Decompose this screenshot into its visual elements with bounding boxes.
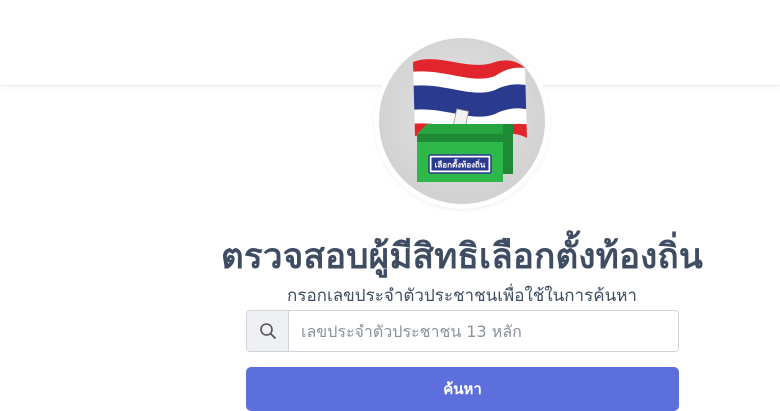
search-button[interactable]: ค้นหา — [246, 367, 679, 411]
search-addon — [247, 311, 289, 351]
election-logo: เลือกตั้งท้องถิ่น — [379, 38, 545, 204]
search-field-group — [246, 310, 679, 352]
search-icon — [259, 323, 276, 339]
thai-flag-ballot-box-icon: เลือกตั้งท้องถิ่น — [413, 59, 527, 182]
ballot-box-label: เลือกตั้งท้องถิ่น — [435, 159, 486, 170]
citizen-id-input[interactable] — [289, 311, 678, 351]
page-title: ตรวจสอบผู้มีสิทธิเลือกตั้งท้องถิ่น — [220, 237, 703, 277]
page-subtitle: กรอกเลขประจำตัวประชาชนเพื่อใช้ในการค้นหา — [287, 286, 637, 306]
